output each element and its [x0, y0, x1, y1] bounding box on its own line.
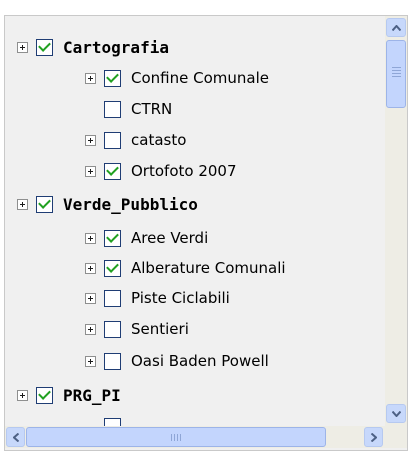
layer-checkbox[interactable]: [36, 386, 53, 404]
grip-line: [177, 434, 178, 441]
tree-row-catasto[interactable]: catasto: [85, 128, 186, 152]
grip-line: [171, 434, 172, 441]
arrow-up-icon: [391, 24, 401, 31]
tree-row-alberature-comunali[interactable]: Alberature Comunali: [85, 256, 286, 280]
layer-label: catasto: [131, 131, 187, 149]
checkmark-icon: [106, 163, 119, 176]
layer-checkbox[interactable]: [104, 259, 121, 277]
scroll-right-button[interactable]: [364, 427, 383, 447]
layer-label: Cartografia: [63, 37, 169, 57]
grip-line: [392, 73, 401, 74]
layer-label: Alberature Comunali: [131, 259, 286, 277]
expand-plus-icon[interactable]: [85, 72, 96, 84]
grip-line: [392, 70, 401, 71]
layer-checkbox[interactable]: [104, 131, 121, 149]
layer-label: Oasi Baden Powell: [131, 352, 269, 370]
tree-row-prg-pi[interactable]: PRG_PI: [17, 383, 121, 407]
layer-tree-panel: Cartografia Confine Comunale CTRN catast…: [4, 15, 408, 451]
expand-plus-icon[interactable]: [17, 198, 28, 210]
layer-checkbox[interactable]: [36, 38, 53, 56]
arrow-left-icon: [12, 432, 19, 442]
tree-row-ctrn[interactable]: CTRN: [104, 97, 172, 121]
checkmark-icon: [106, 260, 119, 273]
scroll-left-button[interactable]: [6, 427, 25, 447]
expand-plus-icon[interactable]: [85, 232, 96, 244]
grip-line: [174, 434, 175, 441]
arrow-right-icon: [370, 432, 377, 442]
scroll-down-button[interactable]: [386, 404, 406, 423]
scrollbar-corner: [385, 426, 407, 448]
expand-plus-icon[interactable]: [85, 262, 96, 274]
layer-label: Verde_Pubblico: [63, 194, 198, 214]
layer-checkbox[interactable]: [104, 100, 121, 118]
checkmark-icon: [38, 196, 51, 209]
tree-row-verde-pubblico[interactable]: Verde_Pubblico: [17, 192, 198, 216]
expand-plus-icon[interactable]: [85, 323, 96, 335]
layer-checkbox[interactable]: [104, 417, 121, 426]
vertical-scrollbar[interactable]: [385, 16, 407, 426]
tree-row-aree-verdi[interactable]: Aree Verdi: [85, 226, 208, 250]
vertical-scroll-thumb[interactable]: [386, 40, 406, 108]
expand-plus-icon[interactable]: [85, 165, 96, 177]
tree-row-cartografia[interactable]: Cartografia: [17, 35, 169, 59]
layer-label: Aree Verdi: [131, 229, 209, 247]
layer-checkbox[interactable]: [104, 352, 121, 370]
checkmark-icon: [106, 70, 119, 83]
layer-tree: Cartografia Confine Comunale CTRN catast…: [5, 16, 385, 426]
expand-plus-icon[interactable]: [85, 292, 96, 304]
checkmark-icon: [38, 39, 51, 52]
layer-label: Piste Ciclabili: [131, 289, 230, 307]
layer-label: Sentieri: [131, 320, 189, 338]
expand-plus-icon[interactable]: [17, 389, 28, 401]
grip-line: [180, 434, 181, 441]
checkmark-icon: [106, 230, 119, 243]
expand-plus-icon[interactable]: [17, 41, 28, 53]
tree-row-piste-ciclabili[interactable]: Piste Ciclabili: [85, 286, 230, 310]
tree-row-ortofoto-2007[interactable]: Ortofoto 2007: [85, 159, 237, 183]
layer-checkbox[interactable]: [104, 162, 121, 180]
horizontal-scrollbar[interactable]: [5, 426, 385, 448]
tree-row-partial[interactable]: [104, 414, 131, 426]
layer-checkbox[interactable]: [104, 229, 121, 247]
arrow-down-icon: [391, 410, 401, 417]
layer-label: Ortofoto 2007: [131, 162, 237, 180]
tree-row-confine-comunale[interactable]: Confine Comunale: [85, 66, 269, 90]
checkmark-icon: [38, 387, 51, 400]
horizontal-scroll-thumb[interactable]: [26, 427, 326, 447]
expand-plus-icon[interactable]: [85, 134, 96, 146]
tree-row-oasi-baden-powell[interactable]: Oasi Baden Powell: [85, 349, 269, 373]
layer-label: CTRN: [131, 100, 173, 118]
layer-checkbox[interactable]: [36, 195, 53, 213]
expand-plus-icon[interactable]: [85, 355, 96, 367]
layer-checkbox[interactable]: [104, 289, 121, 307]
tree-row-sentieri[interactable]: Sentieri: [85, 317, 189, 341]
layer-label: PRG_PI: [63, 385, 121, 405]
grip-line: [392, 76, 401, 77]
layer-label: Confine Comunale: [131, 69, 269, 87]
scroll-up-button[interactable]: [386, 18, 406, 37]
layer-checkbox[interactable]: [104, 69, 121, 87]
layer-checkbox[interactable]: [104, 320, 121, 338]
grip-line: [392, 67, 401, 68]
